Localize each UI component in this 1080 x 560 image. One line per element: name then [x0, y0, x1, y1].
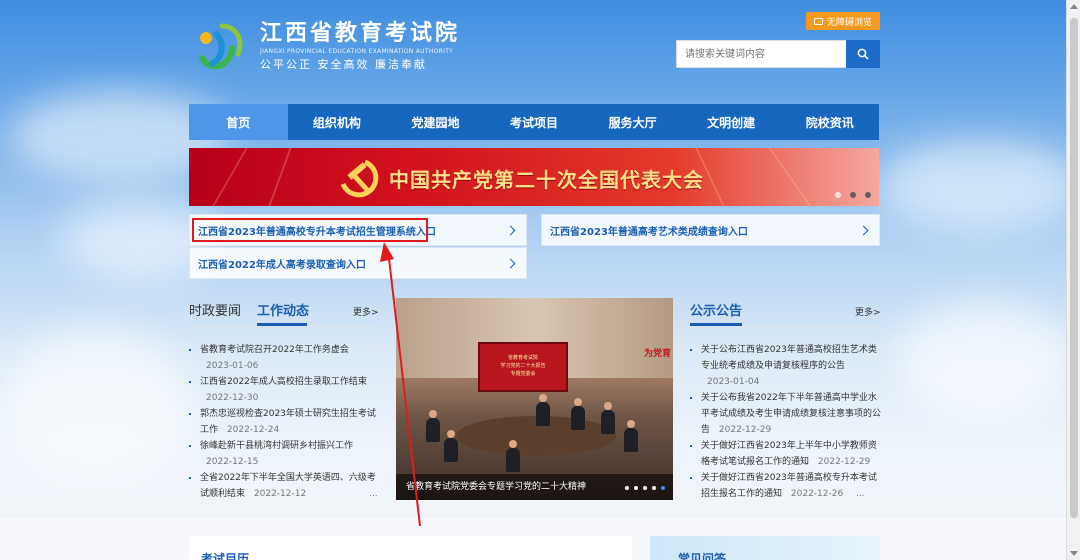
- notice-list: 关于公布江西省2023年普通高校招生艺术类专业统考成绩及申请复核程序的公告 20…: [690, 342, 882, 502]
- annotation-highlight-box: [192, 218, 428, 242]
- faq-title: 常见问答: [678, 552, 727, 560]
- photo-person: [624, 420, 638, 452]
- notice-date: 2022-12-29: [718, 425, 772, 435]
- notice-more-link[interactable]: 更多>: [855, 305, 881, 318]
- photo-person: [506, 440, 520, 472]
- nav-item-exams[interactable]: 考试项目: [485, 104, 584, 140]
- tab-politics-news[interactable]: 时政要闻: [189, 300, 241, 319]
- notice-item-title: 关于公布江西省2023年普通高校招生艺术类专业统考成绩及申请复核程序的公告: [701, 345, 877, 371]
- faq-panel[interactable]: 常见问答: [650, 536, 880, 560]
- party-emblem-icon: [340, 159, 379, 198]
- photo-person: [536, 394, 550, 426]
- site-slogan: 公平公正 安全高效 廉洁奉献: [260, 58, 427, 71]
- exam-calendar-title: 考试目历: [201, 552, 250, 560]
- site-logo[interactable]: 江西省教育考试院 JIANGXI PROVINCIAL EDUCATION EX…: [192, 18, 462, 76]
- nav-item-organization[interactable]: 组织机构: [288, 104, 387, 140]
- notice-title[interactable]: 公示公告: [690, 300, 742, 319]
- chevron-right-icon: [858, 225, 869, 235]
- nav-item-civilization[interactable]: 文明创建: [682, 104, 781, 140]
- chevron-right-icon: [505, 258, 516, 268]
- photo-wall-text: 为党育: [644, 349, 672, 359]
- exam-calendar-panel[interactable]: 考试目历: [189, 536, 632, 560]
- news-date: 2022-12-30: [206, 393, 259, 403]
- page-scrollbar[interactable]: [1066, 0, 1080, 560]
- photo-person: [571, 398, 585, 430]
- scroll-up-icon[interactable]: [1070, 4, 1078, 9]
- news-date: 2023-01-06: [206, 361, 259, 371]
- search-bar: [676, 40, 880, 68]
- notice-ellipsis: ...: [856, 489, 865, 499]
- news-title: 江西省2022年成人高校招生录取工作结束: [200, 377, 367, 387]
- banner-dot[interactable]: [835, 192, 841, 198]
- banner-dot[interactable]: [850, 192, 856, 198]
- logo-mark-icon: [192, 18, 252, 76]
- nav-item-home[interactable]: 首页: [189, 104, 288, 140]
- list-item[interactable]: 关于做好江西省2023年上半年中小学教师资格考试笔试报名工作的通知 2022-1…: [690, 438, 882, 470]
- quick-link-art-scores[interactable]: 江西省2023年普通高考艺术类成绩查询入口: [541, 214, 880, 246]
- photo-person: [426, 410, 440, 442]
- photo-dots: [625, 486, 665, 490]
- photo-screen-text: 学习党的二十大报告: [500, 363, 546, 369]
- site-title-en: JIANGXI PROVINCIAL EDUCATION EXAMINATION…: [260, 48, 454, 55]
- photo-dot[interactable]: [625, 486, 629, 490]
- search-icon: [857, 48, 869, 60]
- notice-date: 2023-01-04: [707, 377, 760, 387]
- banner-title: 中国共产党第二十次全国代表大会: [389, 168, 704, 192]
- scroll-down-icon[interactable]: [1070, 551, 1078, 556]
- notice-date: 2022-12-29: [817, 457, 871, 467]
- photo-person: [444, 430, 458, 462]
- list-item[interactable]: 郭杰忠巡视检查2023年硕士研究生招生考试工作 2022-12-24: [189, 406, 379, 438]
- nav-item-school-news[interactable]: 院校资讯: [780, 104, 879, 140]
- banner-carousel[interactable]: 中国共产党第二十次全国代表大会: [189, 148, 879, 206]
- divider: [189, 326, 379, 327]
- nav-item-party-building[interactable]: 党建园地: [386, 104, 485, 140]
- banner-dot[interactable]: [865, 192, 871, 198]
- news-list: 省教育考试院召开2022年工作务虚会 2023-01-06 江西省2022年成人…: [189, 342, 379, 502]
- list-item[interactable]: 省教育考试院召开2022年工作务虚会 2023-01-06: [189, 342, 379, 374]
- list-item[interactable]: 关于公布江西省2023年普通高校招生艺术类专业统考成绩及申请复核程序的公告 20…: [690, 342, 882, 390]
- scroll-thumb[interactable]: [1070, 18, 1078, 518]
- photo-person: [601, 402, 615, 434]
- list-item[interactable]: 关于公布我省2022年下半年普通高中学业水平考试成绩及考生申请成绩复核注意事项的…: [690, 390, 882, 438]
- photo-dot[interactable]: [652, 486, 656, 490]
- news-date: 2022-12-24: [226, 425, 280, 435]
- nav-item-service-hall[interactable]: 服务大厅: [583, 104, 682, 140]
- monitor-icon: [813, 17, 823, 25]
- photo-carousel[interactable]: 为党育 省教育考试院 学习党的二十大报告 专题党委会 省教育考试院党委会专题学习…: [396, 298, 673, 500]
- photo-screen-text: 省教育考试院: [507, 355, 538, 361]
- photo-dot[interactable]: [661, 486, 665, 490]
- quick-link-adult-admission[interactable]: 江西省2022年成人高考录取查询入口: [189, 247, 527, 279]
- photo-screen: 省教育考试院 学习党的二十大报告 专题党委会: [478, 342, 568, 392]
- site-title: 江西省教育考试院: [260, 21, 461, 46]
- chevron-right-icon: [505, 225, 516, 235]
- accessibility-label: 无障碍浏览: [826, 17, 872, 28]
- photo-dot[interactable]: [643, 486, 647, 490]
- news-title: 省教育考试院召开2022年工作务虚会: [200, 345, 349, 355]
- photo-screen-text: 专题党委会: [510, 371, 536, 377]
- list-item[interactable]: 关于做好江西省2023年普通高校专升本考试招生报名工作的通知 2022-12-2…: [690, 470, 882, 502]
- list-item[interactable]: 江西省2022年成人高校招生录取工作结束 2022-12-30: [189, 374, 379, 406]
- divider: [690, 326, 880, 327]
- news-title: 徐峰赴新干县桃湾村调研乡村振兴工作: [200, 441, 354, 451]
- photo-dot[interactable]: [634, 486, 638, 490]
- quick-link-label: 江西省2023年普通高考艺术类成绩查询入口: [550, 226, 748, 238]
- news-date: 2022-12-15: [206, 457, 259, 467]
- news-date: 2022-12-12: [253, 489, 307, 499]
- search-button[interactable]: [846, 40, 880, 68]
- main-nav: 首页 组织机构 党建园地 考试项目 服务大厅 文明创建 院校资讯: [189, 104, 879, 140]
- search-input[interactable]: [676, 40, 846, 68]
- list-item[interactable]: 全省2022年下半年全国大学英语四、六级考试顺利结束 2022-12-12 ..…: [189, 470, 379, 502]
- accessibility-button[interactable]: 无障碍浏览: [806, 12, 880, 30]
- banner-dots: [835, 192, 871, 198]
- list-item[interactable]: 徐峰赴新干县桃湾村调研乡村振兴工作 2022-12-15: [189, 438, 379, 470]
- notice-date: 2022-12-26: [790, 489, 844, 499]
- quick-link-label: 江西省2022年成人高考录取查询入口: [198, 259, 366, 271]
- news-more-link[interactable]: 更多>: [353, 305, 379, 318]
- news-ellipsis: ...: [369, 489, 378, 499]
- tab-work-updates[interactable]: 工作动态: [257, 300, 309, 319]
